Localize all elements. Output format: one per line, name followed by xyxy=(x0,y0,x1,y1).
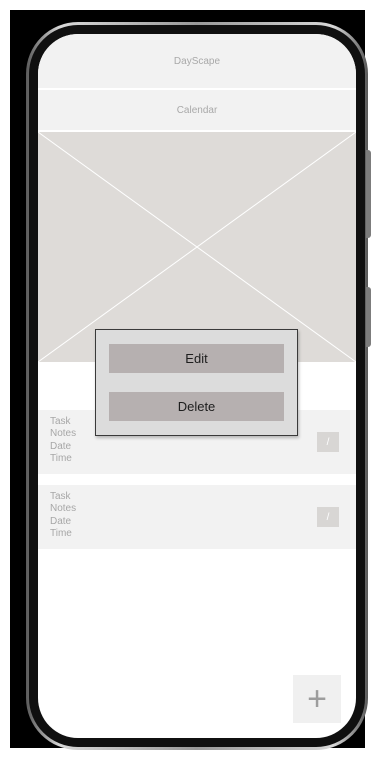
placeholder-cross-icon xyxy=(38,132,356,362)
context-menu: Edit Delete xyxy=(95,329,298,436)
app-header: DayScape xyxy=(38,34,356,88)
task-card[interactable]: Task Notes Date Time / xyxy=(38,485,356,549)
power-button xyxy=(366,287,371,347)
volume-button xyxy=(366,150,371,238)
plus-icon: + xyxy=(307,680,327,718)
calendar-nav[interactable]: Calendar xyxy=(38,90,356,130)
task-date: Date xyxy=(50,515,72,527)
pencil-icon[interactable]: / xyxy=(317,432,339,452)
task-details: Task Notes Date Time xyxy=(50,416,76,466)
app-title: DayScape xyxy=(173,55,221,67)
task-notes: Notes xyxy=(50,503,77,515)
task-name: Task xyxy=(50,491,71,502)
edit-button[interactable]: Edit xyxy=(109,344,284,373)
task-notes: Notes xyxy=(50,428,77,440)
task-time: Time xyxy=(50,453,72,465)
delete-button[interactable]: Delete xyxy=(109,392,284,421)
image-placeholder xyxy=(38,132,356,362)
task-time: Time xyxy=(50,528,72,540)
task-name: Task xyxy=(50,416,71,427)
calendar-label: Calendar xyxy=(176,104,218,116)
task-details: Task Notes Date Time xyxy=(50,491,76,541)
pencil-icon[interactable]: / xyxy=(317,507,339,527)
task-date: Date xyxy=(50,440,72,452)
add-task-button[interactable]: + xyxy=(293,675,341,723)
